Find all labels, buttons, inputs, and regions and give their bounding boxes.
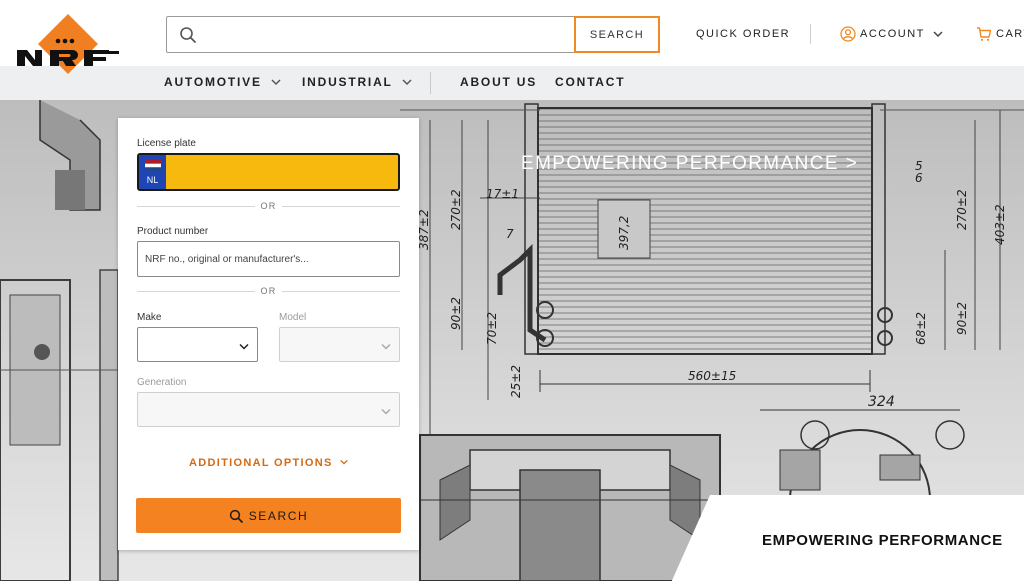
chevron-down-icon: [239, 343, 249, 350]
nav-contact[interactable]: CONTACT: [555, 75, 625, 89]
or-divider: OR: [137, 201, 400, 211]
nrf-logo[interactable]: [14, 14, 122, 86]
nav-industrial[interactable]: INDUSTRIAL: [302, 75, 412, 89]
cart-link[interactable]: CART: [976, 26, 1024, 42]
part-finder-panel: License plate NL OR Product number NRF n…: [118, 118, 419, 550]
chevron-down-icon: [402, 79, 412, 86]
drawing-label: 90±2: [955, 302, 969, 335]
generation-select[interactable]: [137, 392, 400, 427]
cart-icon: [977, 27, 992, 41]
additional-options-toggle[interactable]: ADDITIONAL OPTIONS: [118, 457, 419, 469]
drawing-label: 270±2: [449, 189, 463, 230]
product-number-input[interactable]: NRF no., original or manufacturer's...: [137, 241, 400, 277]
main-nav: AUTOMOTIVE INDUSTRIAL ABOUT US CONTACT: [0, 66, 1024, 100]
drawing-label: 324: [868, 394, 895, 410]
hero-cta-link[interactable]: EMPOWERING PERFORMANCE >: [521, 153, 858, 175]
license-plate-label: License plate: [137, 138, 196, 149]
make-select[interactable]: [137, 327, 258, 362]
finder-search-button[interactable]: SEARCH: [136, 498, 401, 533]
search-input[interactable]: [207, 21, 567, 49]
make-label: Make: [137, 312, 162, 323]
search-icon: [180, 27, 196, 43]
nav-automotive[interactable]: AUTOMOTIVE: [164, 75, 281, 89]
account-menu[interactable]: ACCOUNT: [840, 26, 943, 42]
product-number-label: Product number: [137, 226, 209, 237]
nav-automotive-label: AUTOMOTIVE: [164, 75, 262, 89]
drawing-label: 25±2: [509, 365, 523, 398]
search-icon: [229, 509, 243, 523]
model-select[interactable]: [279, 327, 400, 362]
chevron-down-icon: [381, 343, 391, 350]
drawing-label: 397,2: [617, 216, 631, 250]
chevron-down-icon: [271, 79, 281, 86]
account-label: ACCOUNT: [860, 28, 925, 40]
license-plate-input[interactable]: NL: [137, 153, 400, 191]
plate-country-code: NL: [146, 175, 159, 185]
chevron-down-icon: [381, 408, 391, 415]
drawing-label: 6: [915, 171, 923, 185]
chevron-down-icon: [340, 459, 348, 465]
or-text: OR: [260, 286, 277, 296]
nav-about-us-label: ABOUT US: [460, 75, 538, 89]
nav-divider: [430, 72, 431, 94]
drawing-label: 70±2: [485, 312, 499, 345]
drawing-label: 387±2: [417, 209, 431, 250]
search-bar: SEARCH: [166, 16, 660, 53]
drawing-label: 68±2: [914, 312, 928, 345]
or-text: OR: [260, 201, 277, 211]
drawing-label: 90±2: [449, 297, 463, 330]
top-header: SEARCH QUICK ORDER ACCOUNT CART: [0, 0, 1024, 66]
nav-contact-label: CONTACT: [555, 75, 626, 89]
generation-label: Generation: [137, 377, 187, 388]
product-number-placeholder: NRF no., original or manufacturer's...: [145, 254, 309, 265]
nav-industrial-label: INDUSTRIAL: [302, 75, 393, 89]
search-button[interactable]: SEARCH: [574, 16, 660, 53]
cart-label: CART: [996, 28, 1024, 40]
drawing-label: 270±2: [955, 189, 969, 230]
hero-card-title: EMPOWERING PERFORMANCE: [762, 532, 1003, 549]
drawing-label: 403±2: [993, 204, 1007, 245]
user-icon: [840, 26, 856, 42]
quick-order-link[interactable]: QUICK ORDER: [696, 28, 790, 40]
chevron-down-icon: [933, 31, 943, 38]
netherlands-flag-icon: [145, 160, 161, 171]
eu-band: NL: [139, 155, 166, 189]
nav-about-us[interactable]: ABOUT US: [460, 75, 537, 89]
model-label: Model: [279, 312, 307, 323]
additional-options-label: ADDITIONAL OPTIONS: [189, 457, 333, 469]
drawing-label: 17±1: [486, 187, 519, 201]
finder-search-label: SEARCH: [248, 508, 309, 523]
drawing-label: 560±15: [688, 369, 736, 383]
or-divider: OR: [137, 286, 400, 296]
drawing-label: 7: [506, 227, 514, 241]
header-divider: [810, 24, 811, 44]
